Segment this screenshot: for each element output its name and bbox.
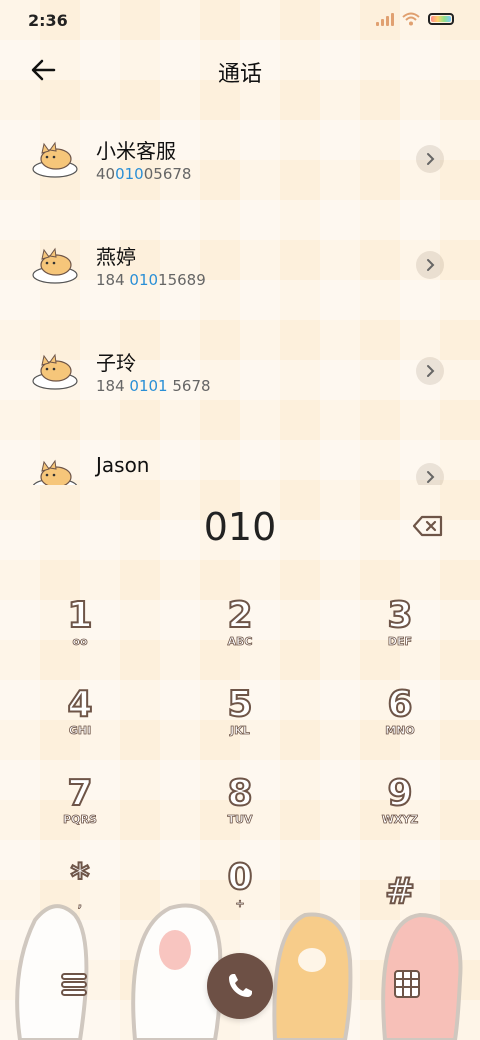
key-4[interactable]: 4 GHI [20,684,140,765]
status-bar: 2:36 [0,0,480,40]
details-button[interactable] [416,251,444,279]
list-item[interactable]: 燕婷 184 01015689 [0,211,480,317]
key-7[interactable]: 7 PQRS [20,773,140,854]
key-8[interactable]: 8 TUV [180,773,300,854]
list-item[interactable]: 小米客服 4001005678 [0,105,480,211]
cat-avatar-icon [32,459,78,485]
contact-number: 184 0101 5678 [96,377,211,395]
key-2[interactable]: 2 ABC [180,595,300,676]
chevron-right-icon [427,153,435,165]
menu-icon [61,973,87,996]
voicemail-icon: ᴏᴏ [72,635,88,648]
dialpad-toggle-button[interactable] [392,968,422,1000]
details-button[interactable] [416,357,444,385]
wifi-icon [402,12,420,26]
key-3[interactable]: 3 DEF [340,595,460,676]
dialpad-icon [394,970,420,998]
contact-list: 小米客服 4001005678 燕婷 184 01015689 子玲 184 0… [0,105,480,485]
key-6[interactable]: 6 MNO [340,684,460,765]
list-item[interactable]: Jason [0,423,480,485]
phone-icon [229,974,252,997]
status-icons [376,12,454,26]
backspace-button[interactable] [412,514,444,538]
bottom-bar [0,950,480,1030]
menu-button[interactable] [58,970,90,998]
chevron-right-icon [427,365,435,377]
chevron-right-icon [427,259,435,271]
contact-name: 小米客服 [96,139,176,163]
chevron-right-icon [427,471,435,483]
dial-input[interactable]: 010 [0,505,480,549]
key-1[interactable]: 1 ᴏᴏ [20,595,140,676]
contact-name: 子玲 [96,351,136,375]
details-button[interactable] [416,145,444,173]
header: 通话 [0,48,480,92]
list-item[interactable]: 子玲 184 0101 5678 [0,317,480,423]
page-title: 通话 [217,62,262,87]
call-button[interactable] [207,953,273,1019]
status-time: 2:36 [28,11,68,30]
cat-avatar-icon [32,141,78,178]
contact-number: 4001005678 [96,165,192,183]
cat-avatar-icon [32,247,78,284]
contact-number: 184 01015689 [96,271,206,289]
cat-avatar-icon [32,353,78,390]
key-9[interactable]: 9 WXYZ [340,773,460,854]
contact-name: 燕婷 [96,245,136,269]
details-button[interactable] [416,463,444,485]
contact-name: Jason [96,453,150,477]
key-5[interactable]: 5 JKL [180,684,300,765]
signal-icon [376,12,394,26]
battery-icon [428,13,454,25]
backspace-icon [412,515,443,537]
